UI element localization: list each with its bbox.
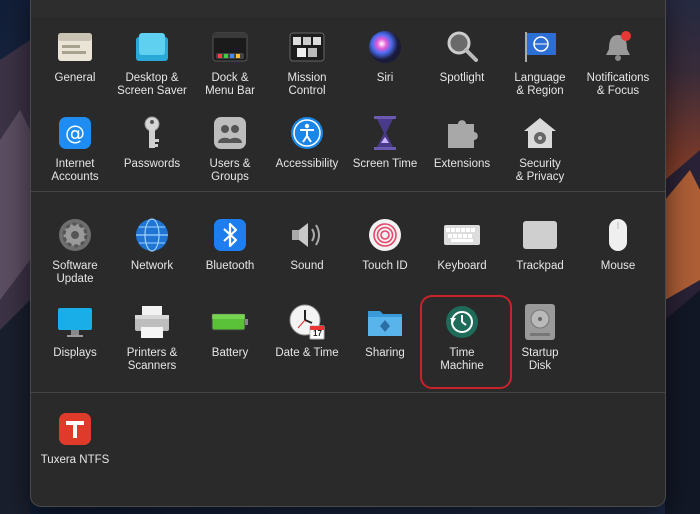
- display-icon: [56, 303, 94, 341]
- key-icon: [133, 114, 171, 152]
- bluetooth-icon: [211, 216, 249, 254]
- pref-label: Network: [130, 260, 174, 272]
- pref-bluetooth[interactable]: Bluetooth: [191, 216, 269, 300]
- pref-screen-time[interactable]: Screen Time: [346, 114, 424, 198]
- pref-keyboard[interactable]: Keyboard: [423, 216, 501, 300]
- siri-icon: [366, 28, 404, 66]
- hourglass-icon: [366, 114, 404, 152]
- internet-accounts-icon: @: [56, 114, 94, 152]
- pref-date-time[interactable]: 17 Date & Time: [268, 303, 346, 387]
- pref-spotlight[interactable]: Spotlight: [423, 28, 501, 112]
- mission-control-icon: [288, 28, 326, 66]
- pref-notifications-focus[interactable]: Notifications & Focus: [579, 28, 657, 112]
- accessibility-icon: [288, 114, 326, 152]
- time-machine-highlight-ring: [420, 295, 512, 389]
- notifications-icon: [599, 28, 637, 66]
- pref-users-groups[interactable]: Users & Groups: [191, 114, 269, 198]
- pref-desktop-screen-saver[interactable]: Desktop & Screen Saver: [113, 28, 191, 112]
- speaker-icon: [288, 216, 326, 254]
- desktop-icon: [133, 28, 171, 66]
- pref-label: Trackpad: [516, 260, 564, 272]
- clock-icon: 17: [288, 303, 326, 341]
- hardware-preferences-section: Software Update Network Bluetooth Sound …: [31, 194, 665, 391]
- disk-icon: [521, 303, 559, 341]
- pref-language-region[interactable]: Language & Region: [501, 28, 579, 112]
- pref-label: Spotlight: [439, 72, 485, 84]
- security-icon: [521, 114, 559, 152]
- pref-label: Date & Time: [275, 347, 339, 359]
- pref-label: Sound: [290, 260, 324, 272]
- pref-label: Keyboard: [437, 260, 487, 272]
- pref-tuxera-ntfs[interactable]: Tuxera NTFS: [36, 410, 114, 494]
- pref-label: Printers & Scanners: [126, 347, 178, 372]
- pref-extensions[interactable]: Extensions: [423, 114, 501, 198]
- personal-preferences-section: General Desktop & Screen Saver Dock & Me…: [31, 18, 665, 190]
- pref-label: Extensions: [433, 158, 491, 170]
- pref-displays[interactable]: Displays: [36, 303, 114, 387]
- tuxera-icon: [56, 410, 94, 448]
- pref-siri[interactable]: Siri: [346, 28, 424, 112]
- keyboard-icon: [443, 216, 481, 254]
- pref-printers-scanners[interactable]: Printers & Scanners: [113, 303, 191, 387]
- pref-startup-disk[interactable]: Startup Disk: [501, 303, 579, 387]
- pref-label: Passwords: [123, 158, 181, 170]
- pref-passwords[interactable]: Passwords: [113, 114, 191, 198]
- globe-icon: [133, 216, 171, 254]
- pref-label: Security & Privacy: [515, 158, 565, 183]
- trackpad-icon: [521, 216, 559, 254]
- pref-trackpad[interactable]: Trackpad: [501, 216, 579, 300]
- pref-mission-control[interactable]: Mission Control: [268, 28, 346, 112]
- pref-sharing[interactable]: Sharing: [346, 303, 424, 387]
- pref-general[interactable]: General: [36, 28, 114, 112]
- pref-software-update[interactable]: Software Update: [36, 216, 114, 300]
- fingerprint-icon: [366, 216, 404, 254]
- language-icon: [521, 28, 559, 66]
- users-icon: [211, 114, 249, 152]
- dock-icon: [211, 28, 249, 66]
- pref-accessibility[interactable]: Accessibility: [268, 114, 346, 198]
- pref-network[interactable]: Network: [113, 216, 191, 300]
- pref-label: Mouse: [600, 260, 636, 272]
- pref-label: Accessibility: [275, 158, 339, 170]
- other-preferences-section: Tuxera NTFS: [31, 395, 665, 506]
- pref-security-privacy[interactable]: Security & Privacy: [501, 114, 579, 198]
- system-preferences-window: General Desktop & Screen Saver Dock & Me…: [31, 0, 665, 506]
- calendar-day-badge: 17: [313, 329, 322, 338]
- general-icon: [56, 28, 94, 66]
- spotlight-icon: [443, 28, 481, 66]
- pref-internet-accounts[interactable]: @ Internet Accounts: [36, 114, 114, 198]
- printer-icon: [133, 303, 171, 341]
- mouse-icon: [599, 216, 637, 254]
- pref-label: Mission Control: [287, 72, 327, 97]
- svg-text:@: @: [65, 121, 85, 145]
- pref-touch-id[interactable]: Touch ID: [346, 216, 424, 300]
- battery-icon: [211, 303, 249, 341]
- pref-battery[interactable]: Battery: [191, 303, 269, 387]
- gear-icon: [56, 216, 94, 254]
- pref-sound[interactable]: Sound: [268, 216, 346, 300]
- pref-label: Desktop & Screen Saver: [117, 72, 187, 97]
- title-bar: [31, 0, 665, 17]
- puzzle-icon: [443, 114, 481, 152]
- section-divider: [31, 392, 665, 393]
- pref-mouse[interactable]: Mouse: [579, 216, 657, 300]
- pref-label: Tuxera NTFS: [40, 454, 110, 466]
- pref-dock-menu-bar[interactable]: Dock & Menu Bar: [191, 28, 269, 112]
- folder-icon: [366, 303, 404, 341]
- pref-label: Language & Region: [514, 72, 566, 97]
- pref-label: Notifications & Focus: [586, 72, 650, 97]
